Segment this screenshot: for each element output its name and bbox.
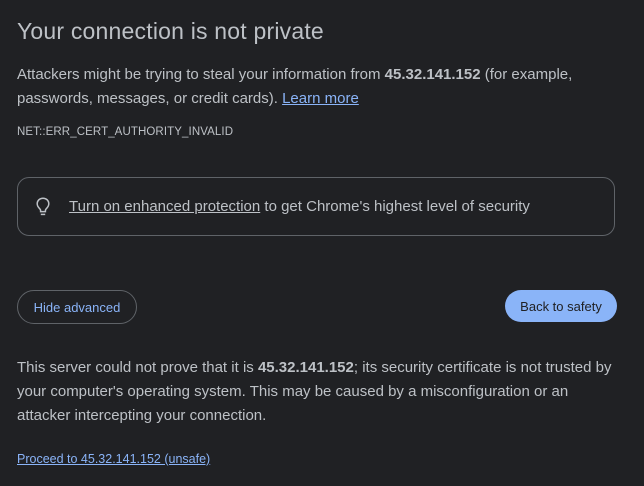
enhanced-protection-text: Turn on enhanced protection to get Chrom… xyxy=(69,198,530,215)
lightbulb-icon xyxy=(33,196,53,217)
enhanced-protection-banner: Turn on enhanced protection to get Chrom… xyxy=(17,177,615,236)
main-message: Attackers might be trying to steal your … xyxy=(17,63,617,111)
back-to-safety-button[interactable]: Back to safety xyxy=(505,290,617,322)
main-message-prefix: Attackers might be trying to steal your … xyxy=(17,66,385,83)
details-prefix: This server could not prove that it is xyxy=(17,359,258,376)
learn-more-link[interactable]: Learn more xyxy=(282,90,359,107)
hide-advanced-button[interactable]: Hide advanced xyxy=(17,290,137,324)
error-code: NET::ERR_CERT_AUTHORITY_INVALID xyxy=(17,126,234,138)
details-host-name: 45.32.141.152 xyxy=(257,359,354,376)
enhanced-protection-link[interactable]: Turn on enhanced protection xyxy=(69,198,260,215)
page-title: Your connection is not private xyxy=(17,18,324,44)
proceed-unsafe-link[interactable]: Proceed to 45.32.141.152 (unsafe) xyxy=(17,452,210,466)
details-message: This server could not prove that it is 4… xyxy=(17,356,617,428)
host-name: 45.32.141.152 xyxy=(384,66,481,83)
enhanced-protection-rest: to get Chrome's highest level of securit… xyxy=(260,198,530,215)
